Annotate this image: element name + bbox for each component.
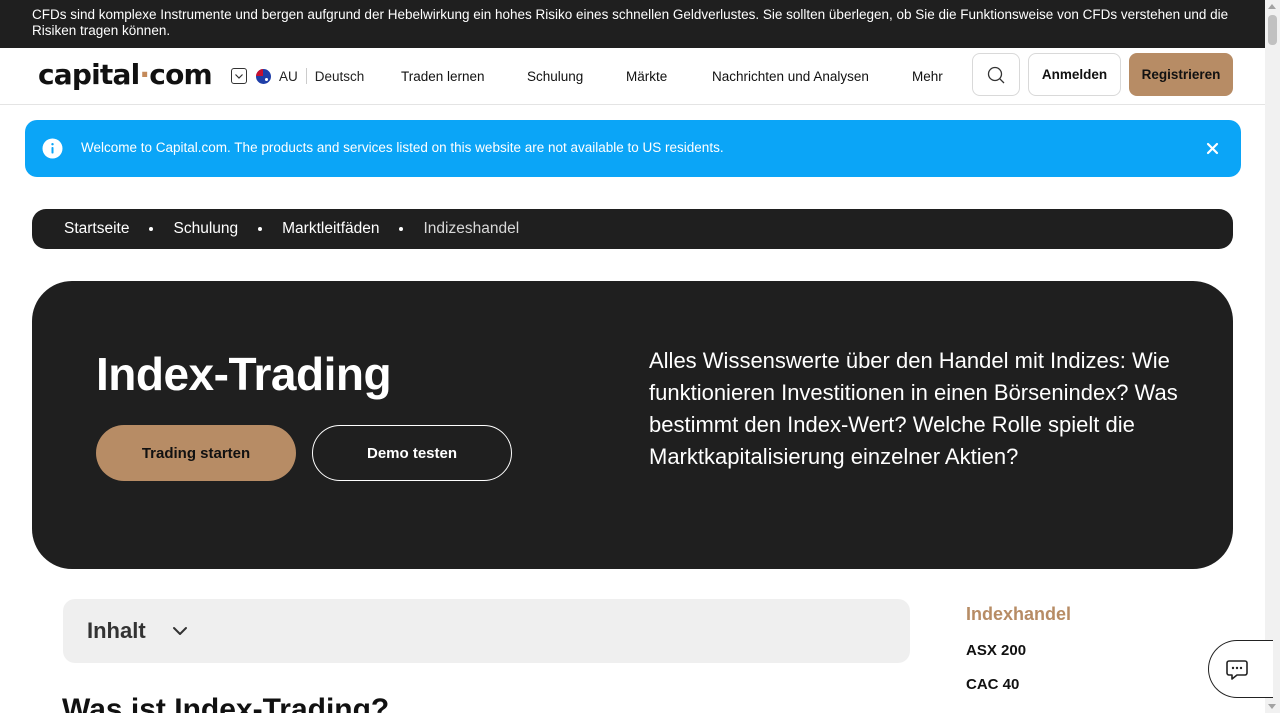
search-button[interactable] [972, 53, 1020, 96]
region-divider [305, 68, 307, 84]
breadcrumb-startseite[interactable]: Startseite [64, 220, 129, 238]
sidebar-link-asx-200[interactable]: ASX 200 [966, 642, 1026, 659]
article-heading: Was ist Index-Trading? [62, 693, 390, 713]
nav-schulung[interactable]: Schulung [527, 69, 583, 84]
us-residents-alert: Welcome to Capital.com. The products and… [25, 120, 1241, 177]
nav-traden-lernen[interactable]: Traden lernen [401, 69, 485, 84]
breadcrumb-schulung[interactable]: Schulung [173, 220, 238, 238]
australia-flag-icon [256, 68, 271, 84]
breadcrumb-marktleitfaeden[interactable]: Marktleitfäden [282, 220, 379, 238]
search-icon [987, 66, 1005, 83]
close-icon[interactable] [1204, 140, 1221, 157]
breadcrumb: Startseite Schulung Marktleitfäden Indiz… [32, 209, 1233, 249]
chevron-down-icon[interactable] [231, 68, 247, 84]
register-button[interactable]: Registrieren [1129, 53, 1233, 96]
breadcrumb-separator [399, 227, 404, 231]
toc-label: Inhalt [87, 618, 146, 643]
start-trading-button[interactable]: Trading starten [96, 425, 296, 481]
page-title: Index-Trading [96, 348, 392, 400]
risk-warning-bar: CFDs sind komplexe Instrumente und berge… [0, 0, 1265, 48]
region-language-selector[interactable]: AU Deutsch [231, 67, 364, 85]
scroll-up-arrow-icon[interactable] [1268, 4, 1276, 9]
page-scrollbar[interactable] [1265, 0, 1280, 713]
try-demo-button[interactable]: Demo testen [312, 425, 512, 481]
language-label[interactable]: Deutsch [315, 69, 365, 84]
login-button[interactable]: Anmelden [1028, 53, 1121, 96]
site-header: capital·com AU Deutsch Traden lernen Sch… [0, 48, 1265, 105]
hero-banner: Index-Trading Trading starten Demo teste… [32, 281, 1233, 569]
scrollbar-thumb[interactable] [1268, 15, 1277, 45]
scroll-down-arrow-icon[interactable] [1268, 704, 1276, 709]
sidebar-title[interactable]: Indexhandel [966, 604, 1071, 625]
sidebar-link-cac-40[interactable]: CAC 40 [966, 676, 1019, 693]
nav-mehr[interactable]: Mehr [912, 69, 943, 84]
breadcrumb-separator [149, 227, 154, 231]
chat-button[interactable] [1208, 640, 1273, 698]
nav-maerkte[interactable]: Märkte [626, 69, 667, 84]
region-code[interactable]: AU [279, 69, 298, 84]
hero-description: Alles Wissenswerte über den Handel mit I… [649, 348, 1178, 469]
info-icon [42, 138, 63, 159]
breadcrumb-separator [258, 227, 263, 231]
chat-icon [1226, 660, 1248, 680]
nav-nachrichten-analysen[interactable]: Nachrichten und Analysen [712, 69, 869, 84]
breadcrumb-current: Indizeshandel [423, 220, 520, 237]
table-of-contents-toggle[interactable]: Inhalt [63, 599, 910, 663]
risk-warning-text: CFDs sind komplexe Instrumente und berge… [32, 7, 1229, 38]
chevron-down-icon[interactable] [171, 622, 189, 640]
alert-text: Welcome to Capital.com. The products and… [81, 140, 724, 155]
capital-com-logo[interactable]: capital·com [38, 58, 213, 92]
